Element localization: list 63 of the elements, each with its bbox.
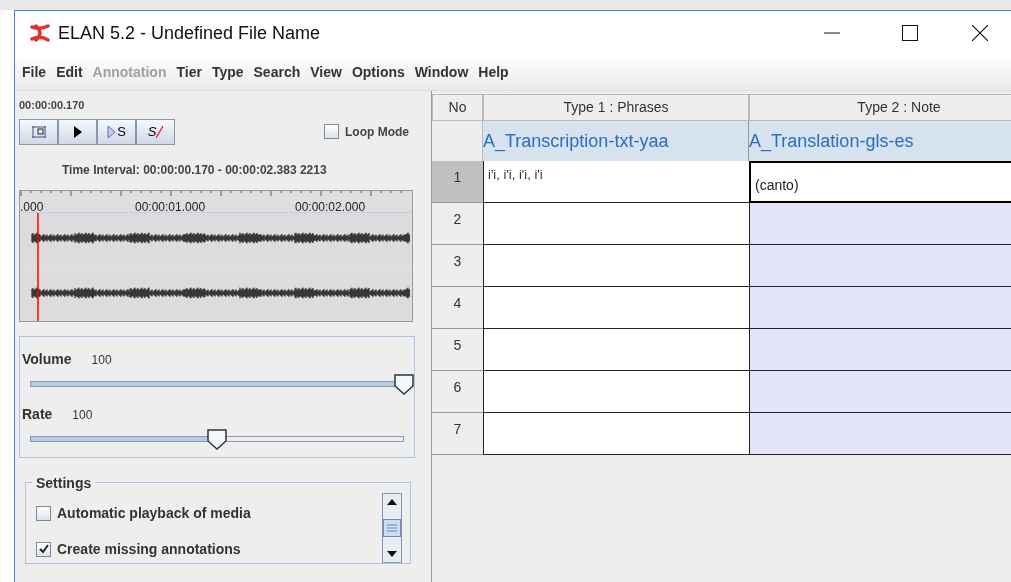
table-cell[interactable]: (canto) bbox=[749, 161, 1011, 203]
slider-reading: 100 bbox=[91, 351, 112, 369]
menu-item[interactable]: Type bbox=[211, 62, 244, 83]
table-cell[interactable] bbox=[749, 413, 1011, 455]
table-cell[interactable] bbox=[483, 245, 749, 287]
play-outline-icon bbox=[107, 124, 117, 139]
table-cell[interactable] bbox=[483, 413, 749, 455]
table-cell[interactable] bbox=[749, 203, 1011, 245]
table-cell[interactable]: i'i, i'i, i'i, i'i bbox=[483, 161, 749, 203]
player-button[interactable]: S bbox=[136, 118, 175, 145]
window-title: ELAN 5.2 - Undefined File Name bbox=[58, 21, 321, 45]
play-icon bbox=[72, 124, 83, 139]
slider-label: Rate bbox=[22, 404, 53, 424]
timeline-label: 00:00:02.000 bbox=[295, 198, 366, 216]
slider-label: Volume bbox=[22, 349, 72, 369]
table-cell[interactable] bbox=[749, 287, 1011, 329]
scrollbar[interactable] bbox=[382, 492, 402, 563]
check-icon bbox=[38, 544, 49, 554]
checkbox-label: Automatic playback of media bbox=[57, 503, 251, 523]
checkbox[interactable] bbox=[36, 505, 51, 521]
menu-item[interactable]: Window bbox=[414, 62, 469, 83]
slider-thumb[interactable] bbox=[393, 372, 415, 395]
menu-item[interactable]: File bbox=[22, 62, 47, 83]
button-label: S bbox=[147, 122, 157, 141]
app-logo-icon bbox=[30, 24, 50, 42]
scroll-thumb-icon bbox=[383, 518, 401, 537]
row-number[interactable]: 1 bbox=[432, 161, 483, 203]
timeline-label: .000 bbox=[20, 198, 45, 216]
menu-item[interactable]: View bbox=[310, 62, 342, 83]
selection-icon bbox=[30, 124, 47, 139]
slider-reading: 100 bbox=[72, 406, 93, 424]
timeline-label: 00:00:01.000 bbox=[135, 198, 207, 216]
current-time: 00:00:00.170 bbox=[19, 98, 86, 113]
table-cell[interactable] bbox=[749, 371, 1011, 413]
checkbox[interactable] bbox=[36, 541, 51, 557]
slash-icon bbox=[156, 124, 164, 139]
table-cell[interactable] bbox=[749, 329, 1011, 371]
menu-item[interactable]: Help bbox=[478, 62, 509, 83]
player-button[interactable]: S bbox=[97, 118, 136, 145]
time-interval: Time Interval: 00:00:00.170 - 00:00:02.383 2213 bbox=[61, 161, 328, 179]
checkbox[interactable] bbox=[324, 124, 339, 139]
menu-item[interactable]: Edit bbox=[56, 62, 83, 83]
table-cell[interactable] bbox=[483, 371, 749, 413]
checkbox-label: Loop Mode bbox=[345, 123, 409, 141]
checkbox-label: Create missing annotations bbox=[57, 539, 241, 559]
column-header[interactable]: No bbox=[432, 94, 483, 121]
slider-thumb[interactable] bbox=[206, 427, 228, 450]
tier-name: A_Translation-gls-es bbox=[749, 121, 1011, 161]
button-label: S bbox=[117, 122, 126, 141]
maximize-icon bbox=[902, 25, 918, 41]
table-cell[interactable] bbox=[483, 329, 749, 371]
column-header[interactable]: Type 1 : Phrases bbox=[483, 94, 749, 121]
menu-item[interactable]: Tier bbox=[176, 62, 202, 83]
table-cell[interactable] bbox=[749, 245, 1011, 287]
table-cell[interactable] bbox=[483, 203, 749, 245]
tier-name: A_Transcription-txt-yaa bbox=[483, 121, 749, 161]
menu-item[interactable]: Search bbox=[253, 62, 301, 83]
close-icon bbox=[972, 25, 988, 41]
minimize-icon bbox=[824, 32, 840, 34]
column-header[interactable]: Type 2 : Note bbox=[749, 94, 1011, 121]
player-button[interactable] bbox=[58, 118, 97, 145]
menu-item[interactable]: Options bbox=[351, 62, 405, 83]
table-cell[interactable] bbox=[483, 287, 749, 329]
